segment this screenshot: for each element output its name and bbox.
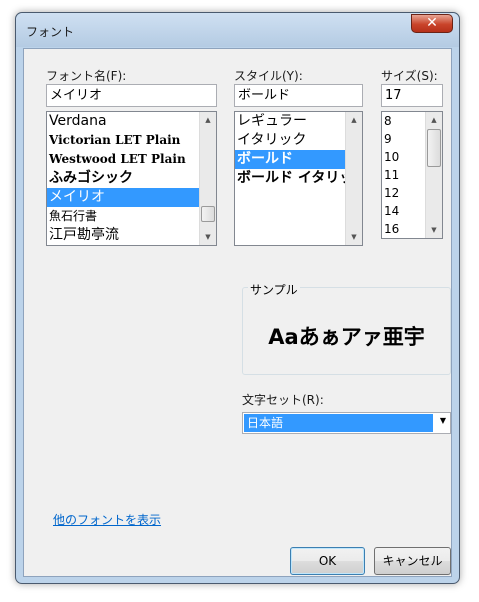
font-list-item[interactable]: Victorian LET Plain bbox=[47, 131, 216, 150]
title-bar[interactable]: フォント ✕ bbox=[16, 13, 459, 47]
cancel-button[interactable]: キャンセル bbox=[374, 547, 451, 575]
triangle-down-icon[interactable]: ▼ bbox=[440, 416, 446, 425]
triangle-up-icon[interactable]: ▲ bbox=[346, 112, 362, 128]
font-name-label: フォント名(F): bbox=[46, 69, 127, 83]
size-list-scrollbar[interactable]: ▲ ▼ bbox=[425, 112, 442, 238]
window-title: フォント bbox=[26, 25, 75, 39]
style-label: スタイル(Y): bbox=[234, 69, 303, 83]
size-label: サイズ(S): bbox=[381, 69, 438, 83]
style-list-item[interactable]: ボールド イタリック bbox=[235, 169, 345, 188]
style-list[interactable]: レギュラー イタリック ボールド ボールド イタリック ▲ ▼ bbox=[234, 111, 363, 246]
close-button[interactable]: ✕ bbox=[411, 14, 453, 33]
scrollbar-thumb[interactable] bbox=[427, 129, 441, 167]
font-list-item[interactable]: Verdana bbox=[47, 112, 216, 131]
font-name-list[interactable]: Verdana Victorian LET Plain Westwood LET… bbox=[46, 111, 217, 246]
font-list-item[interactable]: Westwood LET Plain bbox=[47, 150, 216, 169]
style-list-item[interactable]: イタリック bbox=[235, 131, 362, 150]
triangle-down-icon[interactable]: ▼ bbox=[200, 229, 216, 245]
size-input[interactable]: 17 bbox=[381, 84, 443, 107]
dialog-content: フォント名(F): メイリオ Verdana Victorian LET Pla… bbox=[23, 48, 452, 577]
font-list-item[interactable]: ふみゴシック bbox=[47, 169, 216, 188]
triangle-up-icon[interactable]: ▲ bbox=[426, 112, 442, 128]
charset-label: 文字セット(R): bbox=[242, 393, 324, 407]
size-list[interactable]: 8 9 10 11 12 14 16 ▲ ▼ bbox=[381, 111, 443, 239]
style-input[interactable]: ボールド bbox=[234, 84, 363, 107]
triangle-down-icon[interactable]: ▼ bbox=[426, 222, 442, 238]
font-list-item[interactable]: 江戸勘亭流 bbox=[47, 226, 216, 245]
style-list-scrollbar[interactable]: ▲ ▼ bbox=[345, 112, 362, 245]
charset-select[interactable]: 日本語 ▼ bbox=[242, 412, 451, 434]
charset-selected-value: 日本語 bbox=[244, 414, 433, 432]
font-list-item-selected[interactable]: メイリオ bbox=[47, 188, 216, 207]
scrollbar-thumb[interactable] bbox=[201, 206, 215, 222]
font-list-item[interactable]: 魚石行書 bbox=[47, 207, 216, 226]
sample-preview-text: Aaあぁアァ亜宇 bbox=[268, 325, 425, 349]
font-name-input[interactable]: メイリオ bbox=[46, 84, 217, 107]
style-list-item-selected[interactable]: ボールド bbox=[235, 150, 345, 169]
style-list-item[interactable]: レギュラー bbox=[235, 112, 362, 131]
font-list-scrollbar[interactable]: ▲ ▼ bbox=[199, 112, 216, 245]
triangle-down-icon[interactable]: ▼ bbox=[346, 229, 362, 245]
sample-title: サンプル bbox=[248, 281, 300, 298]
font-dialog: フォント ✕ フォント名(F): メイリオ Verdana Victorian … bbox=[15, 12, 460, 584]
ok-button[interactable]: OK bbox=[290, 547, 365, 575]
triangle-up-icon[interactable]: ▲ bbox=[200, 112, 216, 128]
show-more-fonts-link[interactable]: 他のフォントを表示 bbox=[53, 511, 161, 528]
